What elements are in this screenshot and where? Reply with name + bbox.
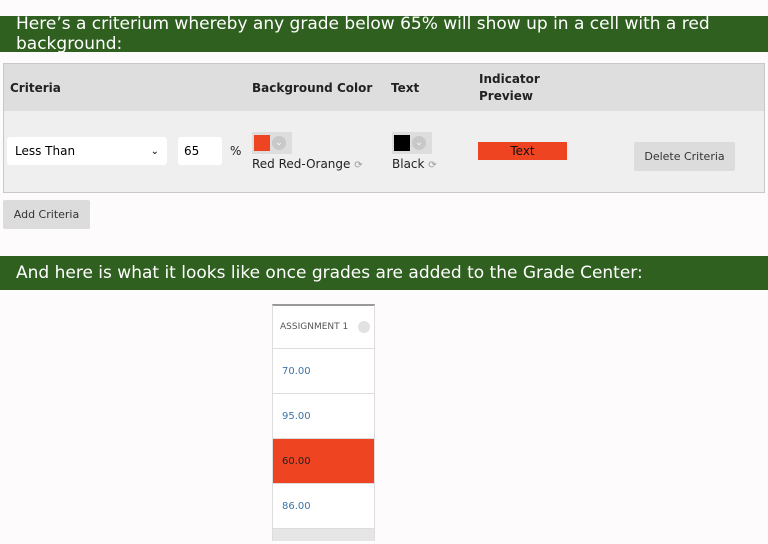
percent-label: % xyxy=(230,144,242,158)
column-footer xyxy=(273,529,374,541)
header-text: Text xyxy=(391,81,420,95)
criteria-header: Criteria Background Color Text Indicator… xyxy=(4,64,764,111)
top-banner: Here’s a criterium whereby any grade bel… xyxy=(0,14,768,54)
reset-icon[interactable]: ⟳ xyxy=(354,160,362,171)
bg-color-label: Red Red-Orange ⟳ xyxy=(252,157,363,171)
chevron-down-icon: ⌄ xyxy=(412,136,426,150)
text-color-label: Black ⟳ xyxy=(392,157,437,171)
column-title: ASSIGNMENT 1 xyxy=(280,322,349,332)
reset-icon[interactable]: ⟳ xyxy=(428,160,436,171)
grade-cell[interactable]: 70.00 xyxy=(273,349,374,394)
bg-color-picker[interactable]: ⌄ xyxy=(252,132,292,154)
banner-text: Here’s a criterium whereby any grade bel… xyxy=(16,14,710,54)
text-color-name: Black xyxy=(392,157,425,171)
chevron-down-icon: ⌄ xyxy=(150,145,159,157)
column-header[interactable]: ASSIGNMENT 1 xyxy=(273,306,374,349)
chevron-down-icon: ⌄ xyxy=(272,136,286,150)
add-criteria-button[interactable]: Add Criteria xyxy=(3,200,90,229)
grade-value: 60.00 xyxy=(282,455,311,467)
delete-criteria-button[interactable]: Delete Criteria xyxy=(634,142,735,171)
criteria-panel: Criteria Background Color Text Indicator… xyxy=(3,63,765,193)
grade-value: 86.00 xyxy=(282,500,311,512)
header-background-color: Background Color xyxy=(252,81,373,95)
grade-value: 95.00 xyxy=(282,410,311,422)
text-color-picker[interactable]: ⌄ xyxy=(392,132,432,154)
operator-value: Less Than xyxy=(15,144,76,158)
banner-text: And here is what it looks like once grad… xyxy=(16,263,643,283)
indicator-preview: Text xyxy=(478,142,567,160)
grade-column: ASSIGNMENT 1 70.00 95.00 60.00 86.00 xyxy=(272,304,375,541)
color-swatch xyxy=(394,135,410,151)
color-swatch xyxy=(254,135,270,151)
bg-color-name: Red Red-Orange xyxy=(252,157,351,171)
grade-value: 70.00 xyxy=(282,365,311,377)
value-input[interactable]: 65 xyxy=(178,137,222,165)
grade-cell-highlighted[interactable]: 60.00 xyxy=(273,439,374,484)
grade-cell[interactable]: 86.00 xyxy=(273,484,374,529)
header-indicator-preview: Indicator Preview xyxy=(479,72,540,103)
chevron-down-icon[interactable] xyxy=(358,321,370,333)
value-text: 65 xyxy=(184,144,200,158)
header-criteria: Criteria xyxy=(10,81,61,95)
grade-cell[interactable]: 95.00 xyxy=(273,394,374,439)
operator-select[interactable]: Less Than ⌄ xyxy=(7,137,167,165)
bottom-banner: And here is what it looks like once grad… xyxy=(0,256,768,290)
